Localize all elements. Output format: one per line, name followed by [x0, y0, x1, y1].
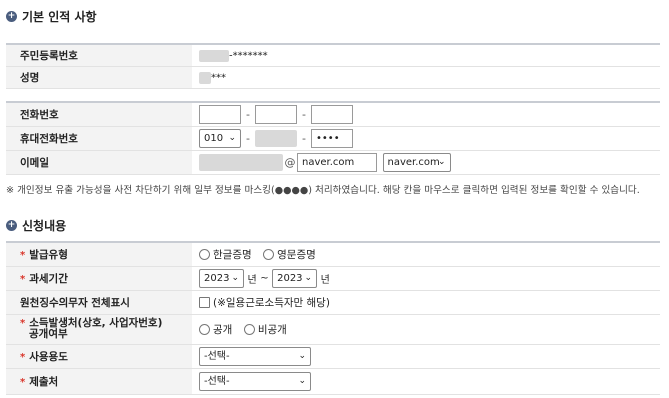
chevron-down-icon: ⌄	[231, 272, 239, 283]
mobile-fields: 010 ⌄ - - ••••	[192, 126, 660, 151]
phone-label: 전화번호	[6, 101, 192, 127]
basic-info-table: 주민등록번호 -******* 성명 ***	[6, 43, 660, 89]
mobile-middle-masked[interactable]	[255, 129, 297, 147]
withholding-field: (※일용근로소득자만 해당)	[192, 290, 660, 315]
masked-blur	[199, 49, 229, 62]
mobile-prefix-select[interactable]: 010 ⌄	[199, 128, 241, 148]
disclosure-options: 공개 비공개	[192, 314, 660, 345]
email-label: 이메일	[6, 150, 192, 175]
basic-info-heading: + 기본 인적 사항	[6, 8, 97, 25]
email-domain-input[interactable]: naver.com	[297, 152, 377, 172]
name-value: ***	[192, 66, 660, 89]
email-id-masked[interactable]	[199, 153, 283, 171]
section-title: 신청내용	[22, 219, 67, 233]
disclosure-label: * 소득발생처(상호, 사업자번호) 공개여부	[6, 314, 192, 345]
resident-no-value: -*******	[192, 43, 660, 67]
to-year-select[interactable]: 2023 ⌄	[272, 268, 318, 288]
submit-to-field: -선택- ⌄	[192, 368, 660, 395]
phone-fields: --	[192, 101, 660, 127]
chevron-down-icon: ⌄	[298, 350, 306, 361]
usage-select[interactable]: -선택- ⌄	[199, 346, 311, 366]
issue-type-options: 한글증명 영문증명	[192, 241, 660, 267]
english-cert-radio[interactable]	[263, 248, 275, 260]
name-label: 성명	[6, 66, 192, 89]
phone-part3-input[interactable]	[311, 104, 353, 124]
usage-field: -선택- ⌄	[192, 344, 660, 369]
mobile-last-input[interactable]: ••••	[311, 128, 353, 148]
withholding-checkbox[interactable]	[199, 296, 210, 308]
chevron-down-icon: ⌄	[298, 375, 306, 386]
mobile-label: 휴대전화번호	[6, 126, 192, 151]
masked-blur	[199, 71, 211, 84]
usage-label: * 사용용도	[6, 344, 192, 369]
circle-plus-icon: +	[6, 11, 17, 22]
from-year-select[interactable]: 2023 ⌄	[199, 268, 244, 288]
contact-table: 전화번호 -- 휴대전화번호 010 ⌄ - - •••• 이메일 @ naver.com…	[6, 101, 660, 175]
submit-to-label: * 제출처	[6, 368, 192, 395]
tax-period-label: * 과세기간	[6, 266, 192, 291]
submit-to-select[interactable]: -선택- ⌄	[199, 371, 311, 391]
email-domain-select[interactable]: naver.com ⌄	[382, 152, 451, 172]
apply-heading: + 신청내용	[6, 217, 66, 234]
chevron-down-icon: ⌄	[228, 132, 236, 143]
apply-table: * 발급유형 한글증명 영문증명 * 과세기간 2023 ⌄ 년 ~ 2023 ⌄ 년 …	[6, 241, 660, 395]
chevron-down-icon: ⌄	[437, 156, 446, 167]
private-radio[interactable]	[243, 323, 255, 335]
email-fields: @ naver.com naver.com ⌄	[192, 150, 660, 175]
chevron-down-icon: ⌄	[304, 272, 313, 283]
korean-cert-radio[interactable]	[199, 248, 210, 260]
resident-no-label: 주민등록번호	[6, 43, 192, 67]
phone-part1-input[interactable]	[199, 104, 241, 124]
tax-period-fields: 2023 ⌄ 년 ~ 2023 ⌄ 년	[192, 266, 660, 291]
phone-part2-input[interactable]	[255, 104, 297, 124]
withholding-label: 원천징수의무자 전체표시	[6, 290, 192, 315]
circle-plus-icon: +	[6, 220, 17, 231]
issue-type-label: * 발급유형	[6, 241, 192, 267]
section-title: 기본 인적 사항	[22, 10, 97, 24]
privacy-note: ※ 개인정보 유출 가능성을 사전 차단하기 위해 일부 정보를 마스킹(●●●…	[6, 185, 640, 196]
public-radio[interactable]	[199, 323, 210, 335]
